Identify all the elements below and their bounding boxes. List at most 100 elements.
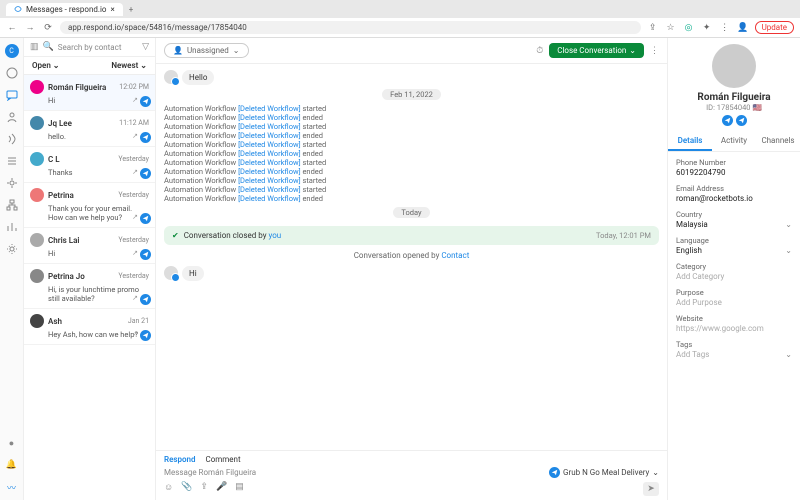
field-email[interactable]: Email Addressroman@rocketbots.io [676, 184, 792, 203]
avatar [30, 116, 44, 130]
workflow-icon[interactable] [5, 154, 19, 168]
closed-time: Today, 12:01 PM [596, 231, 651, 240]
browser-tabbar: Messages - respond.io × + [0, 0, 800, 18]
workspace-avatar[interactable]: C [5, 44, 19, 58]
assignee-dropdown[interactable]: 👤 Unassigned ⌄ [164, 43, 249, 58]
dashboard-icon[interactable] [5, 66, 19, 80]
profile-icon[interactable]: 👤 [737, 22, 749, 34]
reports-icon[interactable] [5, 220, 19, 234]
conversation-item[interactable]: Petrina JoYesterdayHi, is your lunchtime… [24, 264, 155, 309]
search-input[interactable]: Search by contact [58, 43, 138, 52]
contact-name: Jq Lee [48, 119, 115, 128]
system-message: Automation Workflow [Deleted Workflow] s… [164, 176, 659, 185]
search-icon[interactable]: 🔍 [43, 42, 54, 52]
field-purpose[interactable]: PurposeAdd Purpose [676, 288, 792, 307]
close-icon[interactable]: × [111, 5, 115, 14]
status-icon[interactable]: ● [5, 436, 19, 450]
telegram-icon [140, 132, 151, 143]
telegram-icon[interactable] [722, 115, 733, 126]
telegram-icon [549, 467, 560, 478]
puzzle-icon[interactable]: ✦ [701, 22, 713, 34]
channel-picker[interactable]: Grub N Go Meal Delivery ⌄ [549, 467, 659, 478]
field-language[interactable]: LanguageEnglish [676, 236, 792, 255]
tab-channels[interactable]: Channels [756, 132, 800, 151]
menu-icon[interactable]: ⋮ [719, 22, 731, 34]
status-icon: ↗ [132, 249, 138, 260]
tab-activity[interactable]: Activity [712, 132, 756, 151]
close-conversation-button[interactable]: Close Conversation ⌄ [549, 43, 644, 58]
conversation-item[interactable]: Román Filgueira12:02 PMHi↗ [24, 75, 155, 111]
forward-icon[interactable]: → [24, 22, 36, 34]
conversation-list: ▥ 🔍 Search by contact ▽ Open Newest Romá… [24, 38, 156, 500]
side-tabs: Details Activity Channels [668, 132, 800, 152]
avatar [30, 269, 44, 283]
back-icon[interactable]: ← [6, 22, 18, 34]
status-icon: ↗ [132, 168, 138, 179]
timer-icon[interactable]: ⏱ [536, 46, 543, 56]
new-tab-icon[interactable]: + [129, 5, 134, 14]
system-message: Automation Workflow [Deleted Workflow] s… [164, 185, 659, 194]
field-tags[interactable]: TagsAdd Tags [676, 340, 792, 359]
tab-details[interactable]: Details [668, 132, 712, 151]
broadcast-icon[interactable] [5, 132, 19, 146]
telegram-icon[interactable] [736, 115, 747, 126]
browser-tab[interactable]: Messages - respond.io × [6, 3, 123, 16]
mic-icon[interactable]: 🎤 [216, 482, 227, 496]
field-phone[interactable]: Phone Number60192204790 [676, 158, 792, 177]
timestamp: 11:12 AM [119, 119, 149, 127]
filter-sort[interactable]: Newest [111, 61, 147, 70]
conversation-item[interactable]: Jq Lee11:12 AMhello.↗ [24, 111, 155, 147]
status-icon: ↗ [132, 330, 138, 341]
message-text: Hello [182, 70, 214, 85]
contact-panel: Román Filgueira ID: 17854040 🇺🇸 Details … [668, 38, 800, 500]
conversation-item[interactable]: AshJan 21Hey Ash, how can we help?↗ [24, 309, 155, 345]
closed-by: you [268, 231, 281, 240]
telegram-icon [140, 168, 151, 179]
avatar [164, 70, 178, 84]
share-icon[interactable]: ⇪ [647, 22, 659, 34]
field-category[interactable]: CategoryAdd Category [676, 262, 792, 281]
tab-respond[interactable]: Respond [164, 455, 196, 464]
contact-name: Petrina [48, 191, 114, 200]
avatar [30, 152, 44, 166]
emoji-icon[interactable]: ☺ [164, 482, 173, 496]
panel-icon[interactable]: ▥ [30, 42, 39, 52]
filter-status[interactable]: Open [32, 61, 60, 70]
field-country[interactable]: CountryMalaysia [676, 210, 792, 229]
chevron-down-icon: ⌄ [652, 468, 659, 477]
contacts-icon[interactable] [5, 110, 19, 124]
status-icon: ↗ [132, 294, 138, 305]
tab-comment[interactable]: Comment [206, 455, 241, 464]
update-button[interactable]: Update [755, 21, 794, 34]
timestamp: 12:02 PM [119, 83, 149, 91]
nav-rail: C ● 🔔 〰 [0, 38, 24, 500]
attach-icon[interactable]: 📎 [181, 482, 192, 496]
send-button[interactable]: ➤ [643, 482, 659, 496]
avatar [30, 188, 44, 202]
avatar [164, 266, 178, 280]
composer: Respond Comment Message Román Filgueira … [156, 450, 667, 500]
timestamp: Yesterday [118, 236, 149, 244]
notifications-icon[interactable]: 🔔 [5, 458, 19, 472]
field-website[interactable]: Websitehttps://www.google.com [676, 314, 792, 333]
timestamp: Yesterday [118, 272, 149, 280]
snippet-icon[interactable]: ▤ [235, 482, 244, 496]
chevron-down-icon: ⌄ [233, 46, 240, 55]
messages-icon[interactable] [5, 88, 19, 102]
conversation-item[interactable]: PetrinaYesterdayThank you for your email… [24, 183, 155, 228]
settings-icon[interactable] [5, 242, 19, 256]
ext-icon[interactable]: ◎ [683, 22, 695, 34]
close-label: Close Conversation [557, 46, 626, 55]
kebab-icon[interactable]: ⋮ [650, 46, 659, 56]
message-input[interactable]: Message Román Filgueira [164, 468, 543, 477]
conversation-item[interactable]: C LYesterdayThanks↗ [24, 147, 155, 183]
org-icon[interactable] [5, 198, 19, 212]
bookmark-icon[interactable]: ☆ [665, 22, 677, 34]
integrations-icon[interactable] [5, 176, 19, 190]
address-bar[interactable]: app.respond.io/space/54816/message/17854… [60, 21, 641, 34]
date-chip: Today [393, 207, 429, 218]
conversation-item[interactable]: Chris LaiYesterdayHi↗ [24, 228, 155, 264]
filter-icon[interactable]: ▽ [142, 42, 149, 52]
reload-icon[interactable]: ⟳ [42, 22, 54, 34]
upload-icon[interactable]: ⇪ [200, 482, 208, 496]
